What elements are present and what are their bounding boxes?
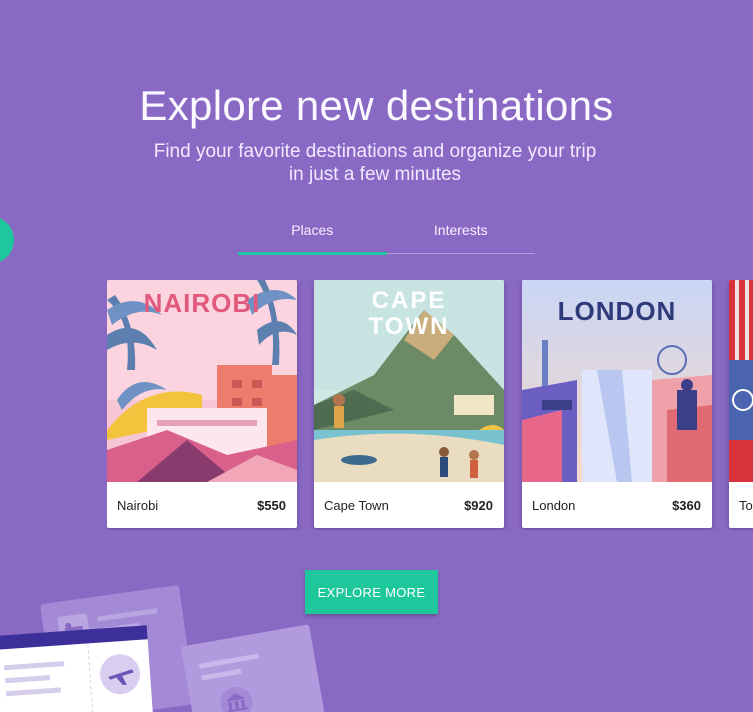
card-name: London: [532, 497, 576, 513]
destination-card-nairobi[interactable]: NAIROBI Nairobi $550: [107, 280, 297, 528]
tab-interests[interactable]: Interests: [387, 218, 536, 253]
card-price: $360: [672, 497, 701, 513]
travel-tickets-illustration: [0, 585, 324, 712]
tab-places[interactable]: Places: [238, 218, 387, 255]
nairobi-poster-image: NAIROBI: [107, 280, 297, 482]
london-poster-image: LONDON: [522, 280, 712, 482]
card-name: Nairobi: [117, 497, 159, 513]
card-footer: London $360: [522, 482, 712, 528]
cape-town-poster-text-line1: CAPE: [372, 287, 447, 314]
card-name: Cape Town: [324, 497, 389, 513]
cape-town-poster-image: CAPE TOWN: [314, 280, 504, 482]
destination-card-london[interactable]: LONDON London $360: [522, 280, 712, 528]
card-price: $550: [257, 497, 286, 513]
hero-subtitle: Find your favorite destinations and orga…: [153, 141, 597, 185]
card-price: $920: [464, 497, 493, 513]
destination-cards: NAIROBI Nairobi $550 CAPE TOWN Cape Town…: [107, 280, 753, 530]
card-footer: Cape Town $920: [314, 482, 504, 528]
cape-town-poster-text-line2: TOWN: [369, 313, 450, 340]
nairobi-poster-text: NAIROBI: [144, 288, 261, 318]
card-name: To: [739, 497, 753, 513]
card-footer: To: [729, 482, 753, 528]
destination-card-partial[interactable]: To: [729, 280, 753, 528]
card-footer: Nairobi $550: [107, 482, 297, 528]
category-tabs: Places Interests: [238, 218, 536, 255]
london-poster-text: LONDON: [558, 296, 677, 326]
destination-card-cape-town[interactable]: CAPE TOWN Cape Town $920: [314, 280, 504, 528]
hero-title: Explore new destinations: [139, 82, 614, 129]
partial-poster-image: [729, 280, 753, 482]
side-floating-button[interactable]: [0, 216, 14, 264]
